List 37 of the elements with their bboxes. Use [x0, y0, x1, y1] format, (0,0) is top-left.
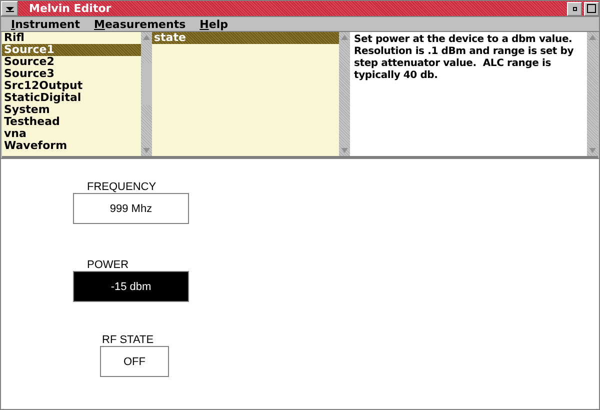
list-item[interactable]: Src12Output	[2, 80, 141, 92]
list-item[interactable]: Waveform	[2, 140, 141, 152]
up-arrow-icon	[341, 35, 348, 40]
scrollbar[interactable]	[141, 32, 152, 156]
value-field[interactable]: OFF	[100, 346, 169, 377]
list-item[interactable]: StaticDigital	[2, 92, 141, 104]
caret-icon	[6, 6, 14, 12]
list-item[interactable]: System	[2, 104, 141, 116]
down-arrow-icon	[143, 148, 150, 153]
control-label: POWER	[86, 259, 130, 271]
menu-item[interactable]: Measurements	[94, 18, 186, 30]
description-text: Set power at the device to a dbm value. Resolution is .1 dBm and range is set by step attenuator value. ALC range is typically 40 db.	[354, 34, 575, 82]
control-label: RF STATE	[101, 334, 155, 346]
window-title: Melvin Editor	[29, 2, 112, 15]
system-menu-button[interactable]	[1, 1, 18, 16]
scrollbar[interactable]	[339, 32, 350, 156]
maximize-icon	[587, 4, 596, 13]
minimize-icon	[572, 6, 576, 10]
down-arrow-icon	[341, 148, 348, 153]
value-field[interactable]: 999 Mhz	[73, 193, 189, 224]
list-item[interactable]: Source1	[2, 44, 141, 56]
list-item[interactable]: Source2	[2, 56, 141, 68]
list-item[interactable]: vna	[2, 128, 141, 140]
menu-item[interactable]: Instrument	[11, 18, 80, 30]
up-arrow-icon	[589, 35, 596, 40]
list-item[interactable]: Source3	[2, 68, 141, 80]
minimize-button[interactable]	[567, 2, 582, 16]
up-arrow-icon	[143, 35, 150, 40]
list-item[interactable]: state	[152, 32, 339, 44]
list-item[interactable]: Testhead	[2, 116, 141, 128]
scrollbar[interactable]	[587, 32, 598, 156]
value-field[interactable]: -15 dbm	[73, 271, 189, 302]
list-item[interactable]: Rifl	[2, 32, 141, 44]
down-arrow-icon	[589, 148, 596, 153]
menu-item[interactable]: Help	[200, 18, 228, 30]
maximize-button[interactable]	[584, 2, 599, 16]
control-label: FREQUENCY	[86, 181, 158, 193]
